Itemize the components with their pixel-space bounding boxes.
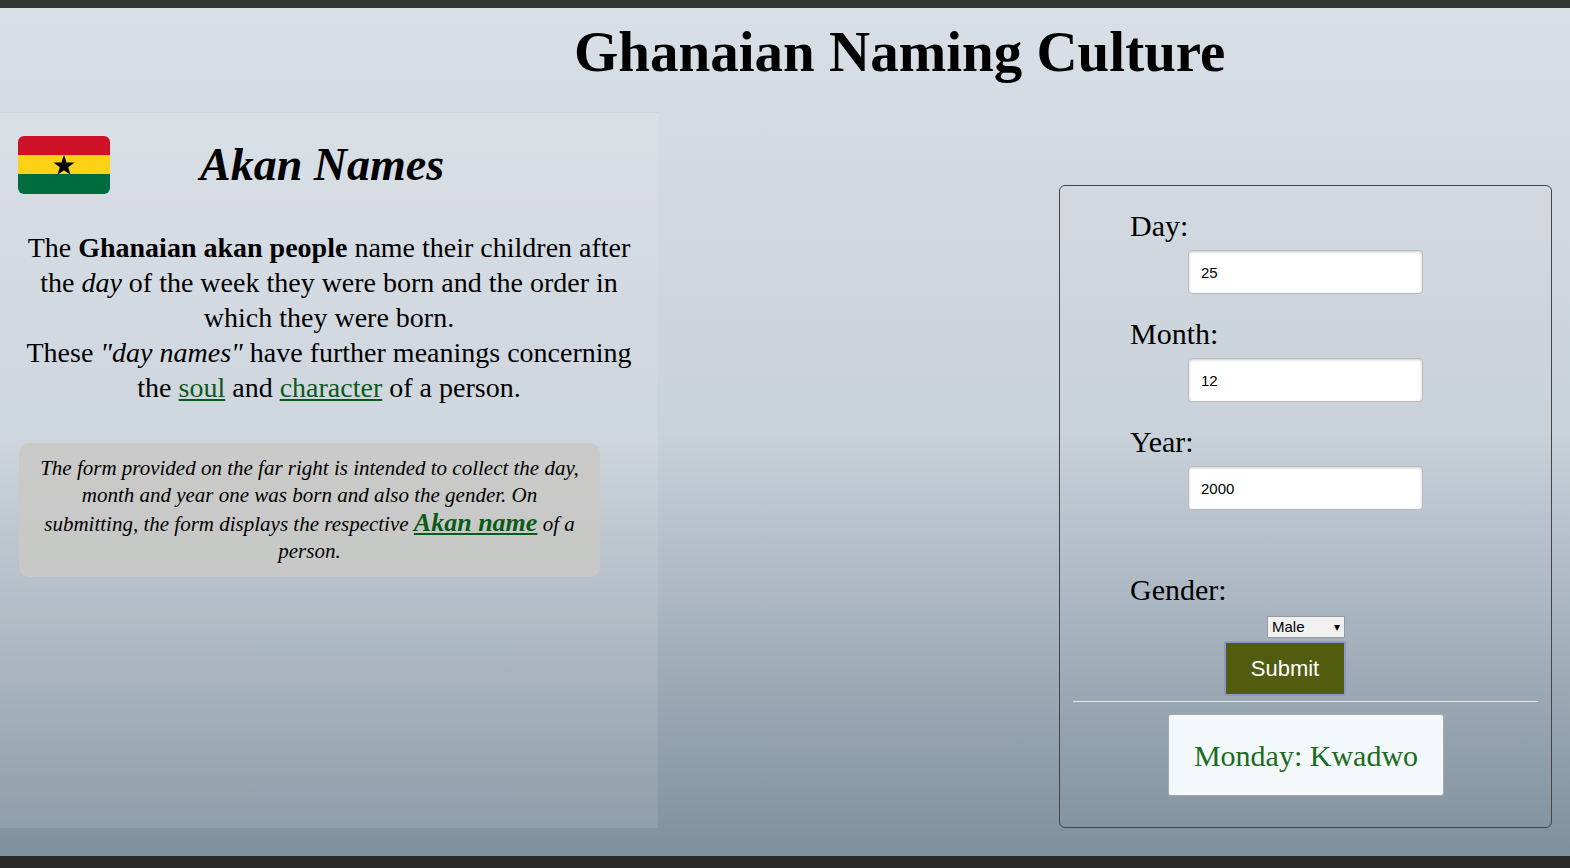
divider	[1073, 701, 1538, 702]
field-input[interactable]	[1188, 250, 1423, 294]
intro-paragraph: The Ghanaian akan people name their chil…	[20, 230, 638, 335]
main-row: Akan Names The Ghanaian akan people name …	[0, 112, 1570, 828]
bottom-bar	[0, 856, 1570, 868]
italic-text: "day names"	[100, 337, 243, 368]
text-link[interactable]: Akan name	[414, 508, 538, 537]
submit-button[interactable]: Submit	[1224, 641, 1346, 696]
intro-panel: Akan Names The Ghanaian akan people name …	[0, 112, 658, 828]
top-bar	[0, 0, 1570, 8]
text: and	[225, 372, 279, 403]
field-label: Month:	[1130, 316, 1551, 352]
bold-text: Ghanaian akan people	[78, 232, 347, 263]
italic-text: day	[81, 267, 121, 298]
field-input[interactable]	[1188, 466, 1423, 510]
text: These	[26, 337, 100, 368]
dropdown-arrow-icon: ▾	[1334, 618, 1340, 636]
field-label: Year:	[1130, 424, 1551, 460]
gender-select[interactable]: Male ▾	[1267, 616, 1345, 638]
akan-form: Day: Month: Year: Gender: Male ▾ Submit Monday:…	[1059, 185, 1552, 828]
form-field: Month:	[1060, 316, 1551, 402]
ghana-flag-icon	[18, 136, 110, 194]
note-box: The form provided on the far right is in…	[19, 443, 600, 577]
text: of a person.	[382, 372, 520, 403]
text-link[interactable]: character	[280, 372, 383, 403]
text: The	[28, 232, 79, 263]
result-box: Monday: Kwadwo	[1168, 714, 1444, 796]
page-title: Ghanaian Naming Culture	[0, 8, 1570, 86]
form-field: Day:	[1060, 208, 1551, 294]
text: of the week they were born and the order…	[122, 267, 618, 333]
field-input[interactable]	[1188, 358, 1423, 402]
text-link[interactable]: soul	[179, 372, 226, 403]
section-heading: Akan Names	[200, 137, 444, 193]
form-field: Year:	[1060, 424, 1551, 510]
gender-label: Gender:	[1130, 572, 1551, 608]
intro-header: Akan Names	[18, 136, 658, 194]
field-label: Day:	[1130, 208, 1551, 244]
intro-paragraph: These "day names" have further meanings …	[20, 335, 638, 405]
intro-text: The Ghanaian akan people name their chil…	[0, 230, 658, 405]
content: Ghanaian Naming Culture Akan Names The Gha…	[0, 8, 1570, 856]
gender-value: Male	[1272, 616, 1305, 639]
page: Ghanaian Naming Culture Akan Names The Gha…	[0, 0, 1570, 868]
